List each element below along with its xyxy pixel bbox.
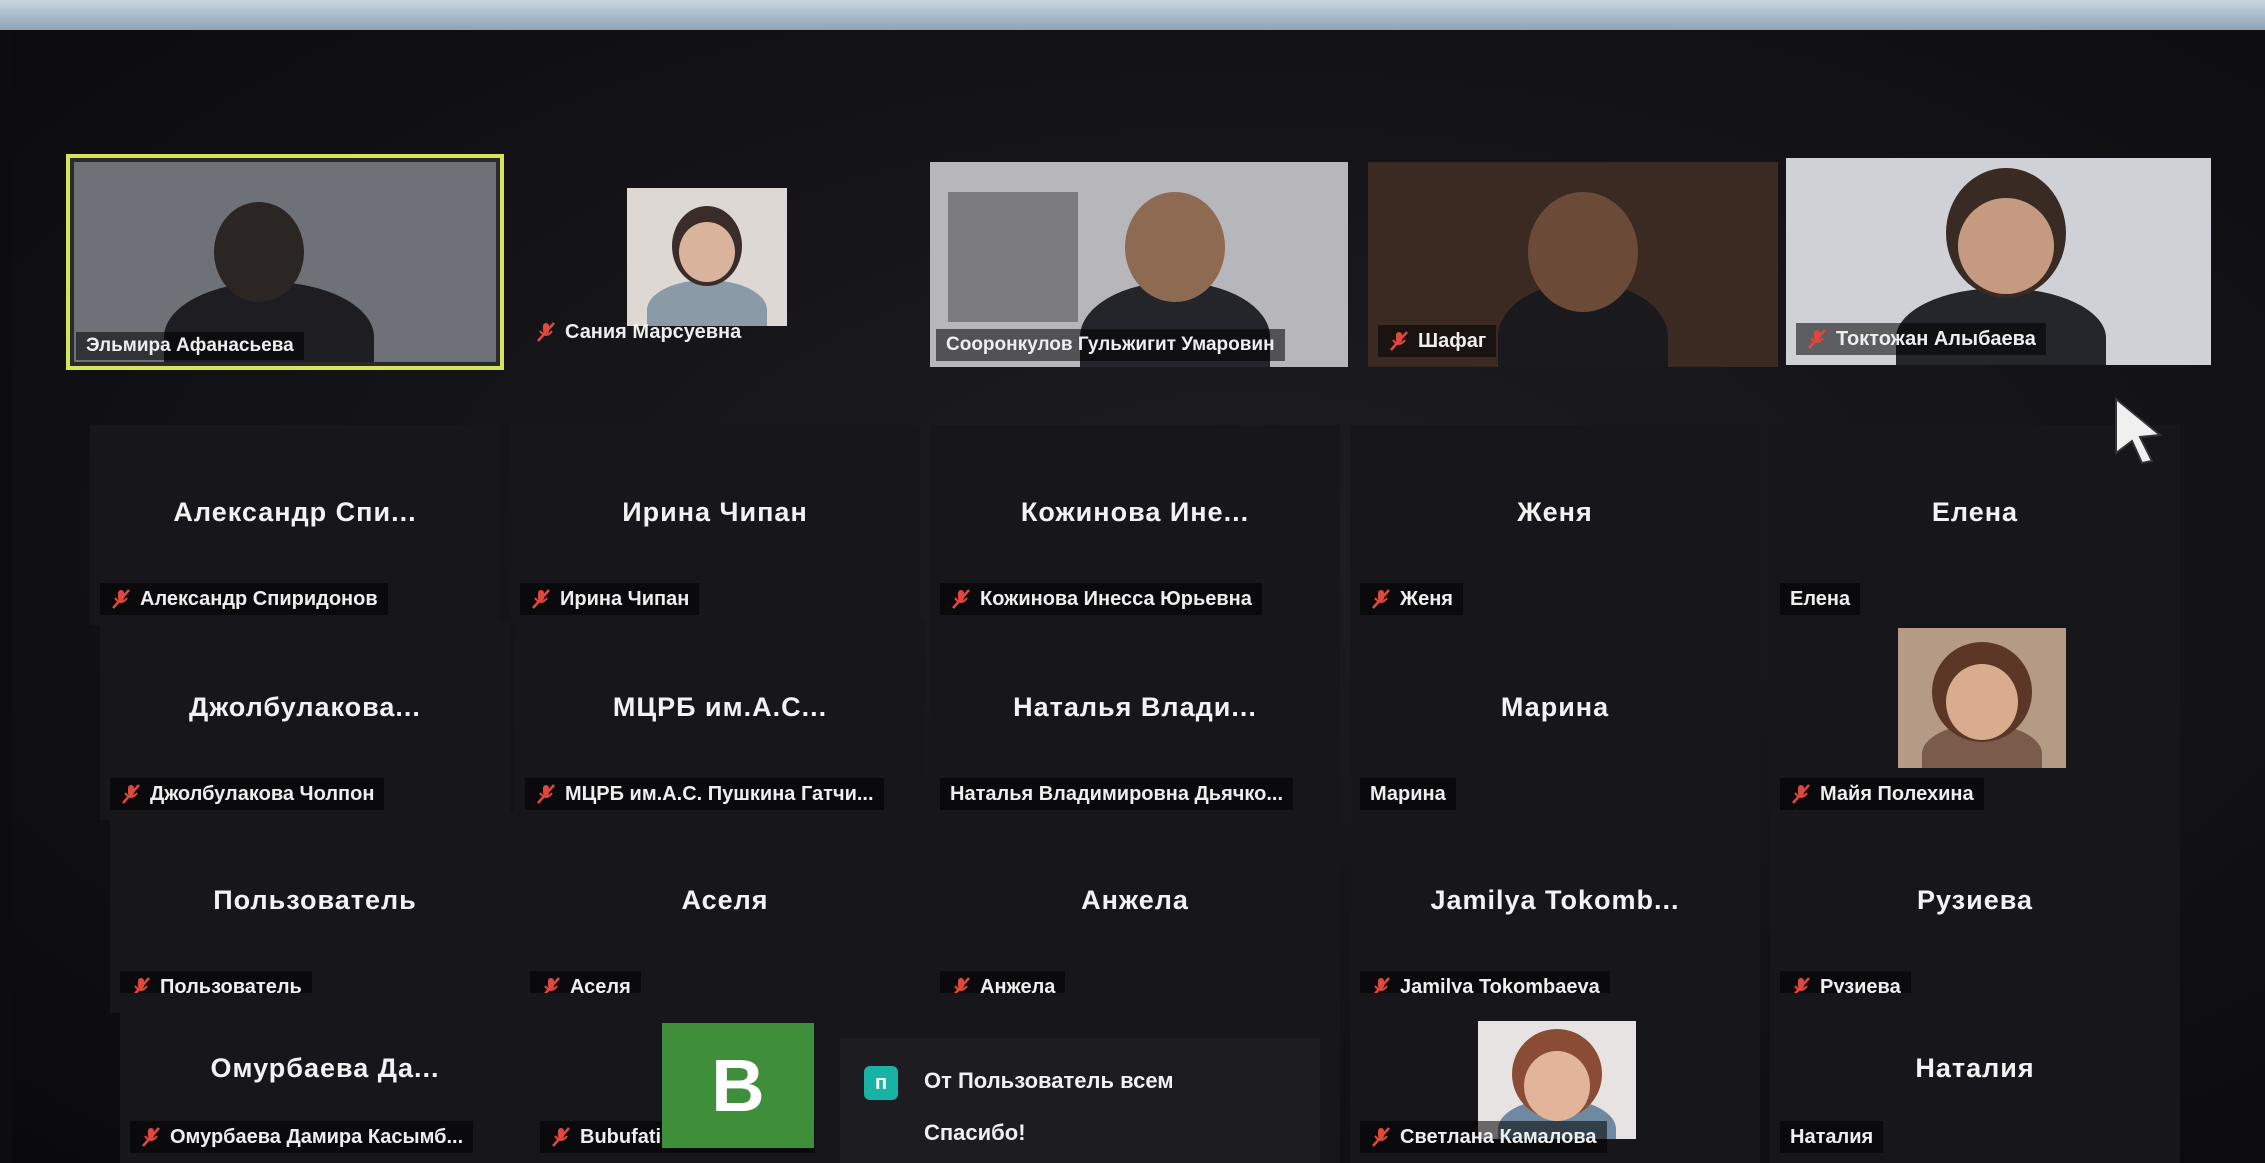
participant-tile[interactable]: Jamilya Tokomb... Jamilya Tokombaeva <box>1350 813 1760 1013</box>
participant-tile[interactable]: Джолбулакова... Джолбулакова Чолпон <box>100 620 510 820</box>
participant-name-tag: Светлана Камалова <box>1360 1121 1607 1153</box>
microphone-muted-icon <box>120 783 142 805</box>
participant-tile[interactable]: Шафаг <box>1368 162 1778 367</box>
participant-display-name: Пользователь <box>213 885 417 915</box>
participant-name-tag: Наталия <box>1780 1121 1884 1153</box>
participant-tile[interactable]: Майя Полехина <box>1770 620 2180 820</box>
microphone-muted-icon <box>1790 783 1812 805</box>
participant-display-name: Аселя <box>681 885 769 915</box>
participant-tile[interactable]: Кожинова Ине... Кожинова Инесса Юрьевна <box>930 425 1340 625</box>
participant-tile[interactable]: Наталия Наталия <box>1770 993 2180 1163</box>
chat-message: Спасибо! <box>924 1120 1026 1145</box>
participant-name-tag: Женя <box>1360 583 1463 615</box>
microphone-muted-icon <box>530 588 552 610</box>
participant-tile[interactable]: Сооронкулов Гульжигит Умаровин <box>930 162 1348 367</box>
participant-display-name: Анжела <box>1081 885 1189 915</box>
participant-name-tag: Елена <box>1780 583 1861 615</box>
participant-tile[interactable]: Сания Марсуевна <box>507 158 917 368</box>
participant-name-tag: Эльмира Афанасьева <box>76 332 304 360</box>
participant-name-tag: Токтожан Алыбаева <box>1796 323 2046 355</box>
participant-name-tag: Наталья Владимировна Дьячко... <box>940 778 1294 810</box>
participant-tile[interactable]: Женя Женя <box>1350 425 1760 625</box>
participant-tile[interactable]: Анжела Анжела <box>930 813 1340 1013</box>
participant-tile[interactable]: Омурбаева Да... Омурбаева Дамира Касымб.… <box>120 993 530 1163</box>
video-feed <box>1898 628 2066 768</box>
microphone-muted-icon <box>1388 330 1410 352</box>
participant-tile[interactable]: Рузиева Рузиева <box>1770 813 2180 1013</box>
participant-name-tag: Омурбаева Дамира Касымб... <box>130 1121 474 1153</box>
mouse-cursor-icon <box>2115 396 2163 465</box>
participant-display-name: Наталья Влади... <box>1013 692 1257 722</box>
avatar: B <box>662 1023 814 1148</box>
participant-display-name: Jamilya Tokomb... <box>1430 885 1680 915</box>
participant-name-tag: Майя Полехина <box>1780 778 1984 810</box>
microphone-muted-icon <box>1370 1126 1392 1148</box>
participant-name-tag: Сооронкулов Гульжигит Умаровин <box>936 329 1285 361</box>
participant-display-name: Наталия <box>1915 1053 2035 1083</box>
window-top-bar <box>0 0 2265 30</box>
participant-display-name: Марина <box>1500 692 1610 722</box>
zoom-gallery-view: Эльмира Афанасьева Сания Марсуевна Сооро… <box>12 30 2265 1163</box>
participant-display-name: МЦРБ им.А.С... <box>612 692 828 722</box>
participant-name-tag: Кожинова Инесса Юрьевна <box>940 583 1262 615</box>
participant-tile[interactable]: Эльмира Афанасьева <box>66 154 504 370</box>
microphone-muted-icon <box>550 1126 572 1148</box>
participant-name-tag: Ирина Чипан <box>520 583 700 615</box>
microphone-muted-icon <box>535 783 557 805</box>
participant-name-tag: Шафаг <box>1378 325 1497 357</box>
participant-name-tag: Сания Марсуевна <box>525 316 751 348</box>
chat-sender-line: От Пользователь всем <box>924 1068 1174 1093</box>
participant-name-tag: Джолбулакова Чолпон <box>110 778 385 810</box>
participant-display-name: Женя <box>1517 497 1593 527</box>
participant-tile[interactable]: Александр Спи... Александр Спиридонов <box>90 425 500 625</box>
participant-name-tag: Марина <box>1360 778 1456 810</box>
microphone-muted-icon <box>535 321 557 343</box>
participant-display-name: Омурбаева Да... <box>210 1053 440 1083</box>
participant-display-name: Джолбулакова... <box>189 692 421 722</box>
participant-tile[interactable]: Пользователь Пользователь <box>110 813 520 1013</box>
participant-display-name: Елена <box>1931 497 2019 527</box>
participant-tile[interactable]: МЦРБ им.А.С... МЦРБ им.А.С. Пушкина Гатч… <box>515 620 925 820</box>
participant-tile[interactable]: Ирина Чипан Ирина Чипан <box>510 425 920 625</box>
microphone-muted-icon <box>1806 328 1828 350</box>
microphone-muted-icon <box>1370 588 1392 610</box>
participant-tile[interactable]: Наталья Влади... Наталья Владимировна Дь… <box>930 620 1340 820</box>
participant-display-name: Кожинова Ине... <box>1020 497 1250 527</box>
participant-name-tag: Александр Спиридонов <box>100 583 388 615</box>
video-feed <box>627 188 787 326</box>
participant-tile[interactable]: Токтожан Алыбаева <box>1786 158 2211 365</box>
participant-display-name: Александр Спи... <box>173 497 417 527</box>
participant-name-tag: МЦРБ им.А.С. Пушкина Гатчи... <box>525 778 884 810</box>
participant-tile[interactable]: Аселя Аселя <box>520 813 930 1013</box>
participant-tile[interactable]: Марина Марина <box>1350 620 1760 820</box>
microphone-muted-icon <box>950 588 972 610</box>
microphone-muted-icon <box>140 1126 162 1148</box>
microphone-muted-icon <box>110 588 132 610</box>
chat-notification[interactable]: п От Пользователь всем Спасибо! <box>840 1038 1320 1163</box>
chat-sender-avatar: п <box>864 1066 898 1100</box>
participant-display-name: Ирина Чипан <box>622 497 808 527</box>
participant-tile[interactable]: Светлана Камалова <box>1350 993 1760 1163</box>
participant-display-name: Рузиева <box>1917 885 2033 915</box>
